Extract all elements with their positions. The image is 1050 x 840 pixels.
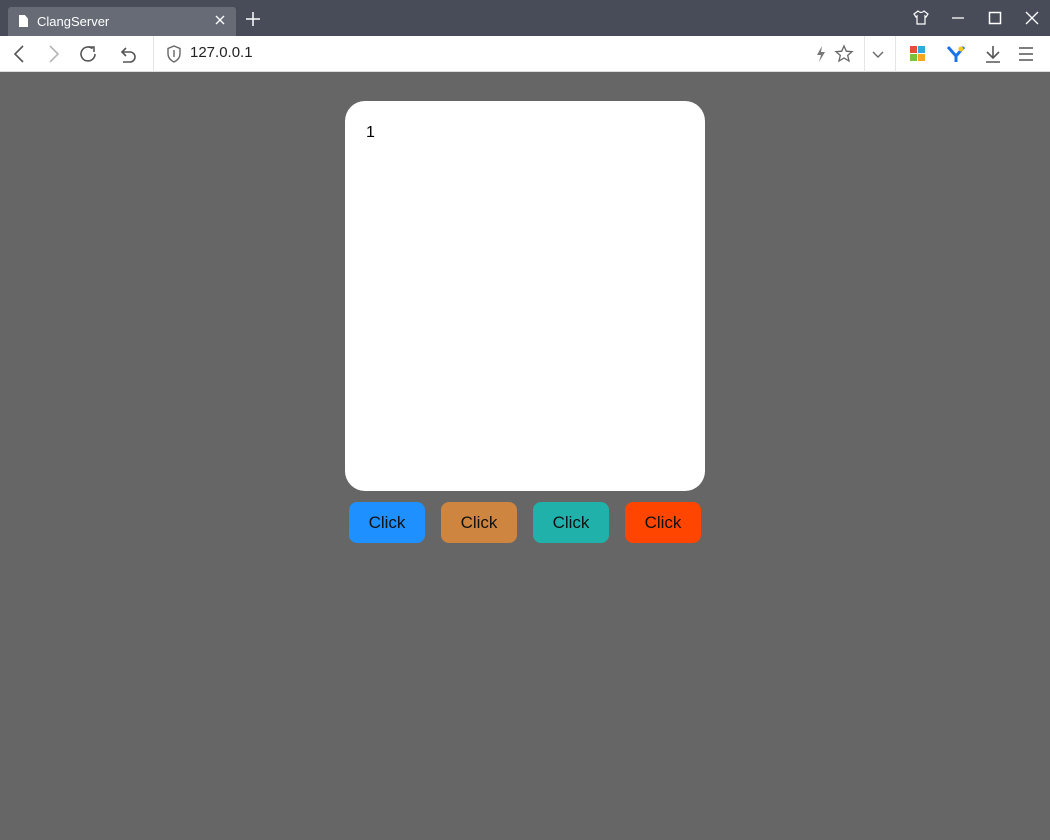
extension-y-icon[interactable] [945, 43, 967, 65]
card-value: 1 [366, 124, 375, 141]
download-icon[interactable] [982, 43, 1004, 65]
reload-icon[interactable] [77, 43, 99, 65]
button-row: Click Click Click Click [349, 502, 701, 543]
lightning-icon[interactable] [810, 43, 832, 65]
chevron-down-icon[interactable] [867, 43, 889, 65]
back-icon[interactable] [9, 43, 31, 65]
forward-icon[interactable] [42, 43, 64, 65]
undo-icon[interactable] [116, 43, 138, 65]
new-tab-icon[interactable] [244, 10, 262, 28]
browser-titlebar: ClangServer [0, 0, 1050, 36]
close-tab-icon[interactable] [212, 11, 228, 29]
apps-grid-icon[interactable] [907, 43, 929, 65]
click-button-brown[interactable]: Click [441, 502, 517, 543]
click-button-red[interactable]: Click [625, 502, 701, 543]
window-close-icon[interactable] [1023, 9, 1041, 27]
tab-title: ClangServer [37, 14, 110, 29]
skin-icon[interactable] [912, 9, 930, 27]
shield-icon[interactable] [163, 43, 185, 65]
click-button-blue[interactable]: Click [349, 502, 425, 543]
page-icon [19, 15, 28, 27]
address-bar-url[interactable]: 127.0.0.1 [190, 44, 253, 61]
toolbar-divider [895, 36, 896, 72]
menu-icon[interactable] [1015, 43, 1037, 65]
minimize-icon[interactable] [949, 9, 967, 27]
click-button-teal[interactable]: Click [533, 502, 609, 543]
content-card: 1 [345, 101, 705, 491]
toolbar-divider [864, 36, 865, 72]
browser-toolbar: 127.0.0.1 [0, 36, 1050, 72]
star-icon[interactable] [833, 43, 855, 65]
browser-tab[interactable]: ClangServer [8, 7, 236, 36]
toolbar-divider [153, 36, 154, 72]
maximize-icon[interactable] [986, 9, 1004, 27]
